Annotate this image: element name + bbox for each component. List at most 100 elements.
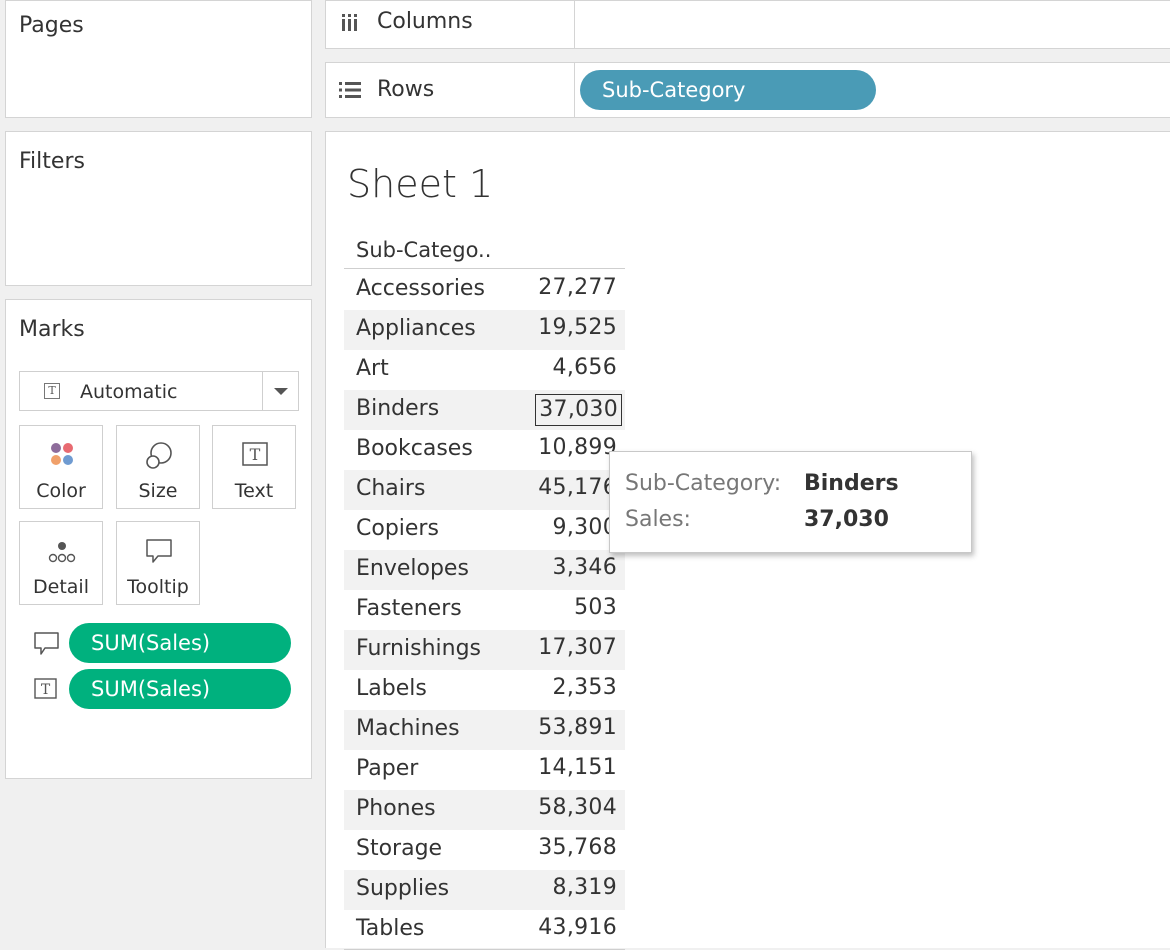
filters-card[interactable]: Filters <box>5 131 312 286</box>
row-category: Paper <box>356 756 419 781</box>
row-category: Bookcases <box>356 436 473 461</box>
tooltip-field-label: SUM(Sales) <box>91 631 211 655</box>
tooltip-category-value: Binders <box>804 471 899 496</box>
table-row[interactable]: Copiers 9,300 <box>344 510 625 550</box>
sub-category-pill[interactable]: Sub-Category <box>580 70 876 110</box>
text-mark-icon: T <box>44 383 60 399</box>
color-label: Color <box>36 480 86 502</box>
tooltip-icon <box>34 632 59 655</box>
mark-type-label: Automatic <box>80 381 178 403</box>
text-field-label: SUM(Sales) <box>91 677 211 701</box>
svg-text:T: T <box>250 445 261 464</box>
tooltip-button[interactable]: Tooltip <box>116 521 200 605</box>
row-category: Art <box>356 356 389 381</box>
text-field-pill[interactable]: SUM(Sales) <box>69 669 291 709</box>
row-sales-value[interactable]: 35,768 <box>538 835 617 860</box>
row-sales-value[interactable]: 17,307 <box>538 635 617 660</box>
rows-shelf[interactable]: Rows Sub-Category <box>325 62 1170 118</box>
chevron-down-icon <box>274 388 288 395</box>
rows-divider <box>574 63 575 118</box>
detail-label: Detail <box>33 576 89 598</box>
detail-button[interactable]: Detail <box>19 521 103 605</box>
table-row[interactable]: Fasteners 503 <box>344 590 625 630</box>
table-row[interactable]: Storage 35,768 <box>344 830 625 870</box>
color-button[interactable]: Color <box>19 425 103 509</box>
table-row[interactable]: Accessories 27,277 <box>344 270 625 310</box>
row-category: Binders <box>356 396 440 421</box>
table-row[interactable]: Furnishings 17,307 <box>344 630 625 670</box>
color-icon <box>51 443 73 465</box>
size-label: Size <box>138 480 178 502</box>
row-category: Phones <box>356 796 436 821</box>
table-row[interactable]: Machines 53,891 <box>344 710 625 750</box>
row-category: Furnishings <box>356 636 481 661</box>
row-sales-value[interactable]: 43,916 <box>538 915 617 940</box>
rows-icon <box>339 82 361 98</box>
row-sales-value[interactable]: 19,525 <box>538 315 617 340</box>
sub-category-header[interactable]: Sub-Catego.. <box>344 235 625 269</box>
row-category: Labels <box>356 676 427 701</box>
rows-label: Rows <box>377 77 435 102</box>
row-sales-value[interactable]: 45,176 <box>538 475 617 500</box>
table-row[interactable]: Phones 58,304 <box>344 790 625 830</box>
table-row[interactable]: Supplies 8,319 <box>344 870 625 910</box>
columns-shelf[interactable]: Columns <box>325 0 1170 49</box>
mark-type-dropdown[interactable]: T Automatic <box>19 371 299 411</box>
row-category: Machines <box>356 716 460 741</box>
text-button[interactable]: T Text <box>212 425 296 509</box>
table-row[interactable]: Appliances 19,525 <box>344 310 625 350</box>
row-sales-value[interactable]: 10,899 <box>538 435 617 460</box>
table-row[interactable]: Chairs 45,176 <box>344 470 625 510</box>
row-category: Fasteners <box>356 596 462 621</box>
row-category: Appliances <box>356 316 476 341</box>
table-row[interactable]: Paper 14,151 <box>344 750 625 790</box>
size-icon <box>146 442 172 469</box>
columns-divider <box>574 1 575 49</box>
row-sales-value[interactable]: 3,346 <box>553 555 617 580</box>
sub-category-pill-label: Sub-Category <box>602 78 746 102</box>
size-button[interactable]: Size <box>116 425 200 509</box>
text-icon: T <box>34 678 57 699</box>
sub-category-header-label: Sub-Catego.. <box>356 238 492 262</box>
table-row[interactable]: Tables 43,916 <box>344 910 625 950</box>
table-row[interactable]: Bookcases 10,899 <box>344 430 625 470</box>
marks-title: Marks <box>19 317 85 342</box>
row-sales-value[interactable]: 37,030 <box>535 394 622 426</box>
tooltip-icon <box>146 539 172 563</box>
sheet-title[interactable]: Sheet 1 <box>347 162 493 206</box>
marks-card: Marks T Automatic Color Size T Text Deta… <box>5 299 312 779</box>
svg-text:T: T <box>41 682 51 698</box>
row-sales-value[interactable]: 8,319 <box>553 875 617 900</box>
mark-type-dropdown-button[interactable] <box>262 372 298 410</box>
row-category: Envelopes <box>356 556 469 581</box>
row-category: Chairs <box>356 476 426 501</box>
table-row[interactable]: Art 4,656 <box>344 350 625 390</box>
row-sales-value[interactable]: 9,300 <box>553 515 617 540</box>
table-row[interactable]: Labels 2,353 <box>344 670 625 710</box>
row-sales-value[interactable]: 53,891 <box>538 715 617 740</box>
tooltip-field-pill[interactable]: SUM(Sales) <box>69 623 291 663</box>
row-sales-value[interactable]: 2,353 <box>553 675 617 700</box>
tooltip-sales-value: 37,030 <box>804 507 889 532</box>
row-category: Storage <box>356 836 443 861</box>
columns-label: Columns <box>377 9 473 34</box>
text-icon: T <box>242 442 268 466</box>
table-row[interactable]: Envelopes 3,346 <box>344 550 625 590</box>
tooltip-sales-key: Sales: <box>625 507 691 532</box>
detail-icon <box>48 542 76 563</box>
text-label: Text <box>234 480 274 502</box>
row-category: Accessories <box>356 276 485 301</box>
row-sales-value[interactable]: 58,304 <box>538 795 617 820</box>
row-sales-value[interactable]: 27,277 <box>538 275 617 300</box>
tooltip-label: Tooltip <box>127 576 189 598</box>
row-category: Tables <box>356 916 425 941</box>
row-sales-value[interactable]: 4,656 <box>553 355 617 380</box>
pages-card[interactable]: Pages <box>5 0 312 118</box>
row-sales-value[interactable]: 14,151 <box>538 755 617 780</box>
row-category: Supplies <box>356 876 450 901</box>
tooltip-popup: Sub-Category: Binders Sales: 37,030 <box>609 451 972 553</box>
row-sales-value[interactable]: 503 <box>574 595 617 620</box>
columns-icon <box>342 14 357 31</box>
table-row[interactable]: Binders 37,030 <box>344 390 625 430</box>
filters-title: Filters <box>19 149 85 174</box>
